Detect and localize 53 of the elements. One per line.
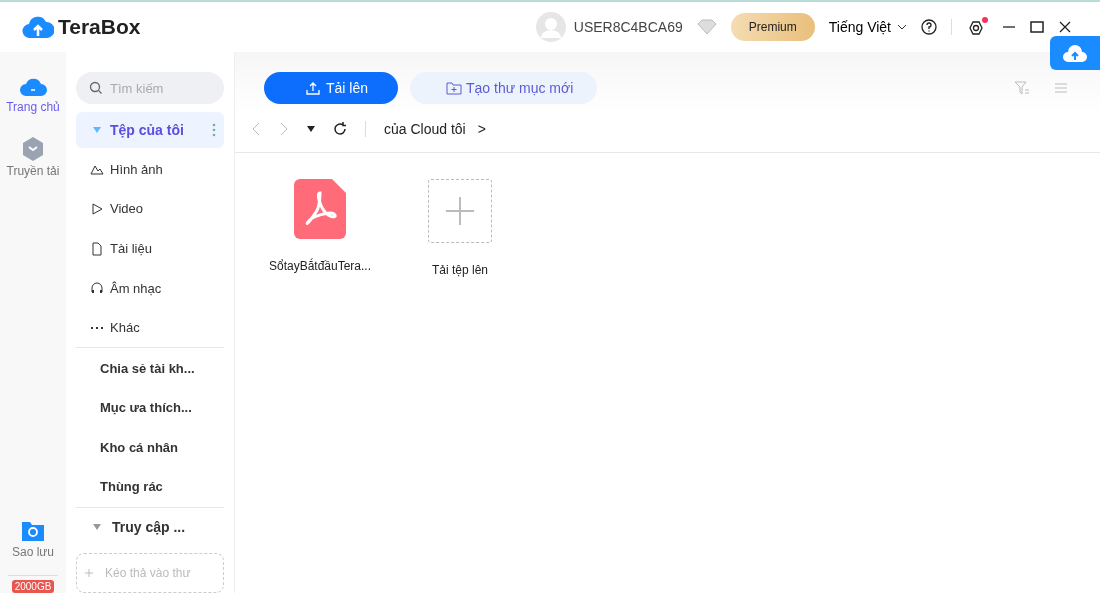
- close-icon[interactable]: [1058, 20, 1072, 34]
- sidebar-item[interactable]: Hình ảnh: [76, 149, 224, 190]
- sidebar-item[interactable]: Thùng rác: [76, 467, 224, 507]
- avatar-icon: [535, 12, 566, 42]
- sidebar-item[interactable]: Tài liệu: [76, 228, 224, 269]
- rail-item[interactable]: Sao lưu: [11, 519, 55, 559]
- file-name: Tải tệp lên: [431, 263, 488, 277]
- search-field[interactable]: Tìm kiếm: [76, 72, 224, 104]
- sidebar-item[interactable]: Mục ưa thích...: [76, 387, 224, 428]
- pdf-file-icon: [294, 179, 346, 239]
- username[interactable]: USER8C4BCA69: [573, 19, 683, 35]
- breadcrumb-separator: >: [477, 121, 486, 137]
- sidebar-item[interactable]: Truy cập ...: [76, 507, 224, 548]
- sidebar-item[interactable]: Chia sẻ tài kh...: [76, 348, 224, 388]
- caret-down-icon: [92, 125, 102, 134]
- plus-icon: [445, 196, 475, 226]
- file-tile[interactable]: SổtayBắtđầuTera...: [265, 179, 375, 277]
- help-icon[interactable]: [921, 19, 937, 35]
- headphones-icon: [90, 281, 104, 296]
- plus-icon: [85, 569, 93, 578]
- diamond-icon: [696, 19, 717, 35]
- folder-sync-icon: [20, 519, 46, 543]
- language-dropdown[interactable]: Tiếng Việt: [828, 19, 907, 35]
- caret-down-icon: [92, 523, 102, 532]
- cloud-upload-icon: [1062, 43, 1088, 63]
- storage-badge: 2000GB: [11, 580, 55, 593]
- maximize-icon[interactable]: [1030, 20, 1044, 34]
- document-icon: [90, 241, 104, 256]
- refresh-icon[interactable]: [333, 122, 347, 136]
- upload-icon: [306, 81, 320, 95]
- rail-item[interactable]: Truyền tải: [6, 136, 60, 178]
- rail-item[interactable]: Trang chủ: [6, 74, 60, 114]
- file-tile[interactable]: Tải tệp lên: [405, 179, 515, 277]
- sidebar-item[interactable]: Video: [76, 189, 224, 229]
- search-icon: [89, 81, 103, 95]
- drop-hint: Kéo thả vào thư: [105, 566, 191, 581]
- sidebar-item[interactable]: Kho cá nhân: [76, 427, 224, 468]
- cloud-logo-icon: [22, 14, 54, 40]
- breadcrumb-item[interactable]: của Cloud tôi: [384, 121, 466, 137]
- upload-button[interactable]: Tải lên: [264, 72, 399, 104]
- app-name: TeraBox: [58, 15, 141, 39]
- folder-plus-icon: [446, 81, 463, 95]
- file-name: SổtayBắtđầuTera...: [268, 259, 372, 273]
- caret-icon[interactable]: [307, 126, 315, 132]
- ellipsis-icon: [90, 325, 104, 330]
- hexagon-chevron-icon: [21, 136, 45, 162]
- play-icon: [90, 201, 104, 216]
- sidebar-item[interactable]: Âm nhạc: [76, 268, 224, 308]
- chevron-down-icon: [897, 24, 907, 30]
- sidebar-item[interactable]: Tệp của tôi: [76, 112, 224, 148]
- new-folder-button[interactable]: Tạo thư mục mới: [410, 72, 598, 104]
- sidebar-item[interactable]: Khác: [76, 307, 224, 348]
- premium-button[interactable]: Premium: [730, 13, 815, 41]
